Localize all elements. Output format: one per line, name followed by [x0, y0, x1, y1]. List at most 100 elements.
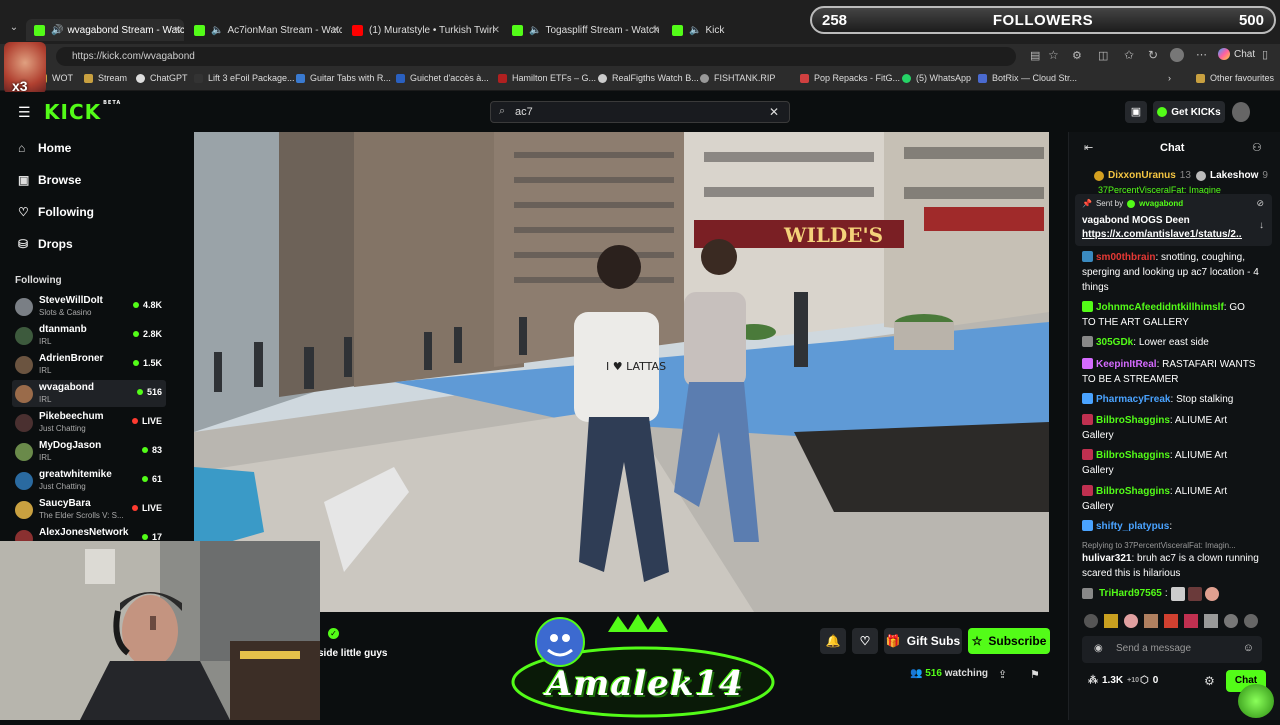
chat-settings-icon[interactable]: ⚙: [1204, 674, 1215, 688]
bookmark-item[interactable]: BotRix — Cloud Str...: [978, 73, 1077, 83]
sidebar-item-home[interactable]: ⌂ Home: [18, 141, 71, 155]
bookmark-item[interactable]: RealFigths Watch B...: [598, 73, 699, 83]
report-icon[interactable]: ⚑: [1030, 668, 1040, 681]
close-tab-icon[interactable]: ✕: [652, 25, 660, 36]
chat-badge-icon: [1082, 251, 1093, 262]
tab-muratstyle[interactable]: (1) Muratstyle • Turkish Twirl ✕: [348, 19, 502, 41]
chat-username: PharmacyFreak: [1096, 394, 1171, 405]
sidebar-item-browse[interactable]: ▣ Browse: [18, 173, 81, 187]
hamburger-menu-icon[interactable]: ☰: [18, 104, 31, 121]
emote-icon[interactable]: [1184, 614, 1198, 628]
tab-list-dropdown-icon[interactable]: ⌄: [6, 22, 22, 38]
kick-logo[interactable]: KICK BETA: [44, 100, 121, 124]
sub-badge-icon: [1082, 588, 1093, 599]
sidebar-item-following[interactable]: ♡ Following: [18, 205, 94, 219]
chat-message: TriHard97565:: [1082, 586, 1260, 601]
chat-badge-icon: [1082, 336, 1093, 347]
bookmark-item[interactable]: Lift 3 eFoil Package...: [194, 73, 295, 83]
bookmark-item[interactable]: Guitar Tabs with R...: [296, 73, 391, 83]
chat-message: 305GDk: Lower east side: [1082, 335, 1260, 350]
followers-current: 258: [822, 11, 848, 29]
sidebar-following-adrienbroner[interactable]: AdrienBroner IRL 1.5K: [12, 351, 166, 378]
gift-subs-button[interactable]: 🎁 Gift Subs: [884, 628, 962, 654]
favorite-star-icon[interactable]: ☆: [1048, 48, 1059, 62]
emote-icon[interactable]: [1244, 614, 1258, 628]
clear-search-icon[interactable]: ✕: [769, 105, 779, 119]
tab-togaspliff[interactable]: 🔈 Togaspliff Stream - Watch Live ✕: [508, 19, 662, 41]
followers-label: FOLLOWERS: [992, 11, 1094, 29]
bookmark-item[interactable]: Guichet d'accès à...: [396, 73, 489, 83]
heart-icon: ♡: [18, 205, 29, 219]
collapse-chat-icon[interactable]: ⇤: [1084, 141, 1093, 154]
emote-icon[interactable]: [1224, 614, 1238, 628]
gifter-badge-icon: [1094, 170, 1104, 181]
chat-title: Chat: [1160, 142, 1185, 154]
chat-message-input[interactable]: ◉ Send a message ☺: [1082, 636, 1262, 663]
live-dot-icon: [132, 302, 139, 308]
share-icon[interactable]: ⇪: [998, 668, 1007, 681]
subscribe-button[interactable]: ☆ Subscribe: [968, 628, 1050, 654]
notification-bell-button[interactable]: 🔔: [820, 628, 846, 654]
bookmark-item[interactable]: Stream: [84, 73, 127, 83]
bookmark-item[interactable]: (5) WhatsApp: [902, 73, 971, 83]
sidebar-following-pikebeechum[interactable]: Pikebeechum Just Chatting LIVE: [12, 409, 166, 436]
bookmark-item[interactable]: FISHTANK.RIP: [700, 73, 775, 83]
profile-avatar[interactable]: [1170, 48, 1184, 62]
other-favourites[interactable]: Other favourites: [1196, 73, 1274, 83]
bookmark-item[interactable]: ChatGPT: [136, 73, 188, 83]
channel-name: wvagabond: [39, 382, 95, 393]
chatgpt-icon: [136, 73, 145, 83]
hide-pinned-icon[interactable]: ⊘: [1256, 198, 1264, 209]
sidebar-following-greatwhitemike[interactable]: greatwhitemike Just Chatting 61: [12, 467, 166, 494]
emote-icon[interactable]: [1104, 614, 1118, 628]
chat-text: Stop stalking: [1176, 394, 1234, 405]
expand-pinned-icon[interactable]: ↓: [1259, 220, 1264, 231]
favorites-icon[interactable]: ✩: [1124, 48, 1134, 62]
get-kicks-button[interactable]: Get KICKs: [1153, 101, 1225, 123]
emoji-picker-icon[interactable]: ☺: [1243, 642, 1254, 654]
extensions-icon[interactable]: ⚙: [1072, 49, 1082, 62]
sidebar-item-drops[interactable]: ⛁ Drops: [18, 237, 73, 251]
search-input[interactable]: ⌕ ac7 ✕: [490, 101, 790, 123]
following-header: Following: [15, 275, 62, 286]
close-tab-icon[interactable]: ✕: [492, 25, 500, 36]
points-icon: ⬡: [1140, 675, 1149, 686]
chat-badge-icon: [1082, 393, 1093, 404]
sidebar-following-dtanmanb[interactable]: dtanmanb IRL 2.8K: [12, 322, 166, 349]
sidebar-following-mydogjason[interactable]: MyDogJason IRL 83: [12, 438, 166, 465]
bookmarks-overflow-icon[interactable]: ›: [1168, 73, 1171, 83]
speaker-icon: 🔊: [51, 24, 64, 36]
bookmark-item[interactable]: Hamilton ETFs – G...: [498, 73, 596, 83]
pinned-message[interactable]: 📌 Sent by wvagabond ⊘ vagabond MOGS Deen…: [1075, 194, 1272, 246]
tab-kick[interactable]: 🔈 Kick: [668, 19, 798, 41]
chat-users-icon[interactable]: ⚇: [1252, 141, 1262, 154]
emote-icon[interactable]: [1144, 614, 1158, 628]
library-icon[interactable]: ▣: [1125, 101, 1147, 123]
video-player[interactable]: WILDE'S I ♥ LATTAS: [194, 132, 1049, 612]
sidebar-following-wvagabond[interactable]: wvagabond IRL 516: [12, 380, 166, 407]
more-icon[interactable]: ⋯: [1196, 48, 1207, 61]
sidebar-following-saucybara[interactable]: SaucyBara The Elder Scrolls V: S... LIVE: [12, 496, 166, 523]
emote-icon[interactable]: [1084, 614, 1098, 628]
bookmark-item[interactable]: Pop Repacks - FitG...: [800, 73, 900, 83]
copilot-chat-button[interactable]: Chat: [1218, 48, 1255, 60]
split-screen-icon[interactable]: ◫: [1098, 49, 1108, 62]
emote-icon[interactable]: [1204, 614, 1218, 628]
drops-icon: ⛁: [18, 237, 29, 251]
tab-ac7ionman[interactable]: 🔈 Ac7ionMan Stream - Watch L ✕: [190, 19, 342, 41]
amalek14-logo-overlay: Amalek14: [508, 612, 778, 720]
close-tab-icon[interactable]: ✕: [332, 25, 340, 36]
sidebar-toggle-icon[interactable]: ▯: [1262, 48, 1268, 61]
pinned-link[interactable]: https://x.com/antislave1/status/2...: [1082, 229, 1242, 240]
emote-icon[interactable]: [1124, 614, 1138, 628]
sidebar-following-stevewilldoit[interactable]: SteveWillDoIt Slots & Casino 4.8K: [12, 293, 166, 320]
reader-icon[interactable]: ▤: [1030, 49, 1040, 62]
tab-wvagabond[interactable]: 🔊 wvagabond Stream - Watch L ✕: [26, 19, 184, 41]
channel-category: IRL: [39, 453, 52, 462]
follow-heart-button[interactable]: ♡: [852, 628, 878, 654]
emote-icon[interactable]: [1164, 614, 1178, 628]
url-field[interactable]: https://kick.com/wvagabond: [56, 47, 1016, 66]
close-tab-icon[interactable]: ✕: [174, 25, 182, 36]
user-avatar[interactable]: [1232, 102, 1250, 122]
history-icon[interactable]: ↻: [1148, 48, 1158, 62]
